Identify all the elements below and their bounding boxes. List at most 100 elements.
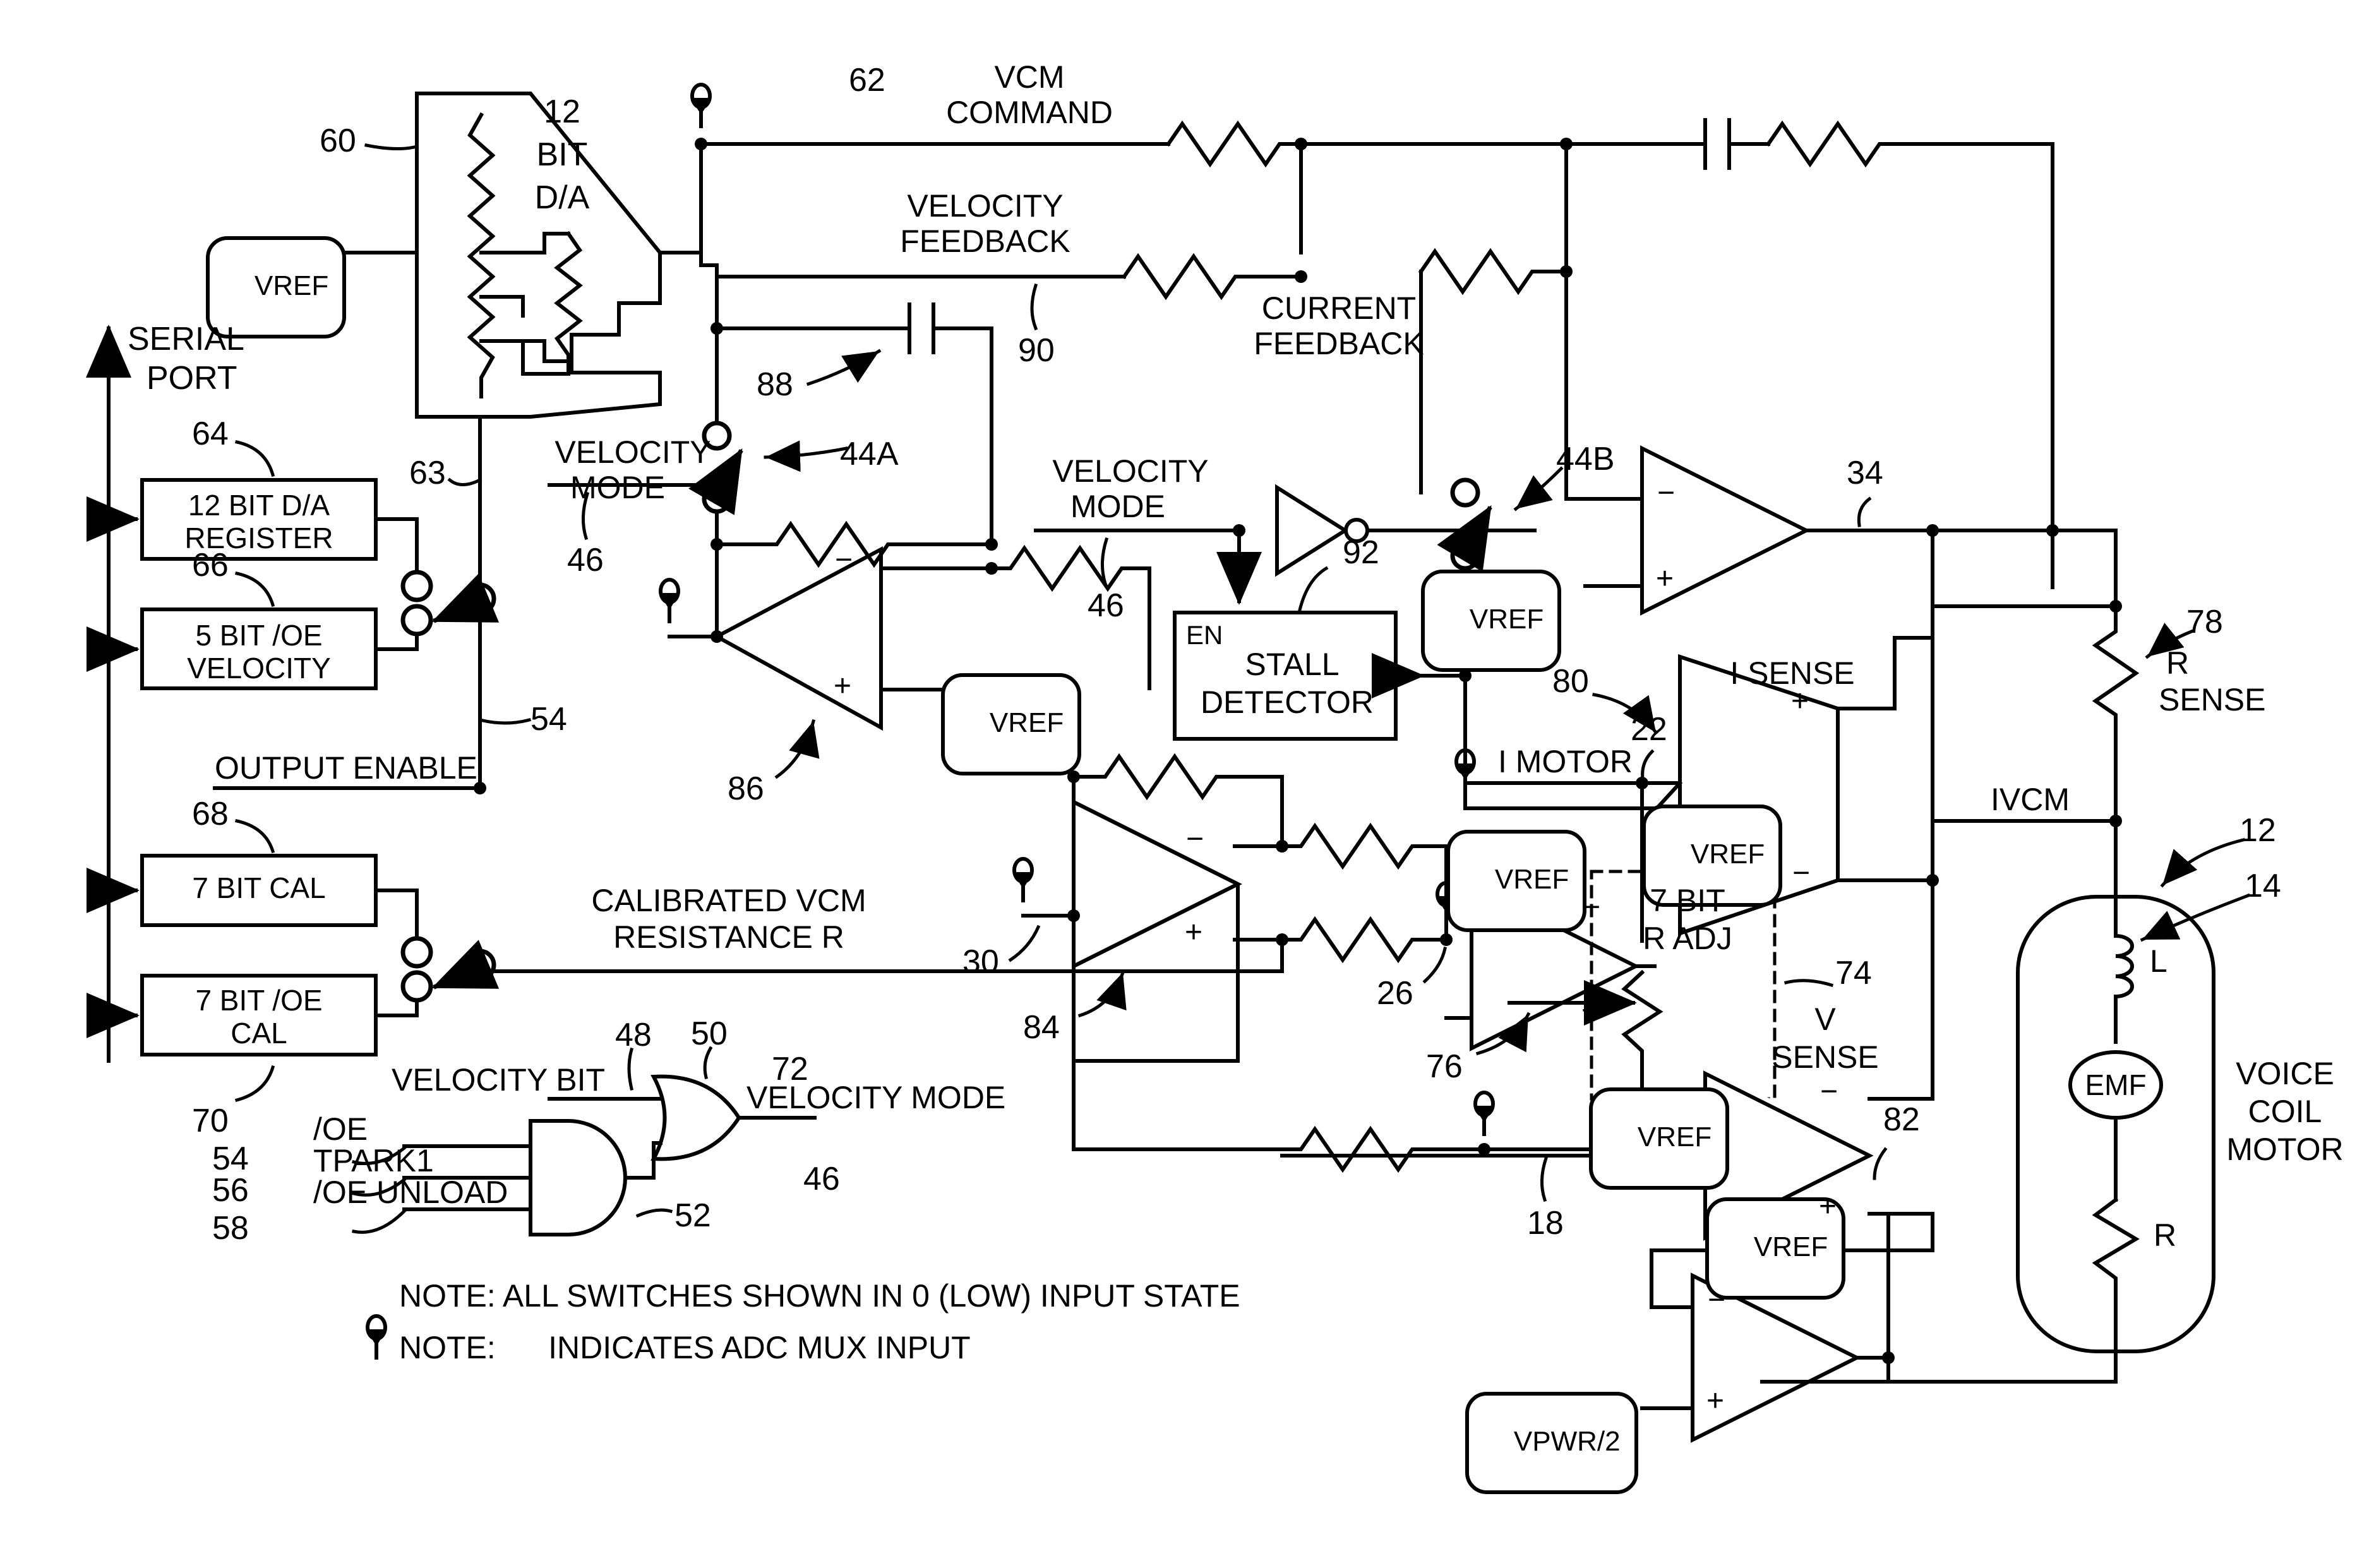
stall-detector-en-label: EN — [1186, 620, 1223, 650]
gate-input-oe-unload-label: /OE UNLOAD — [313, 1175, 508, 1210]
serial-port-label-line2: PORT — [147, 360, 237, 397]
vref-pill-opamp84: VREF — [1446, 830, 1587, 932]
ref-64: 64 — [192, 416, 229, 452]
opamp82-plus-sign: + — [1819, 1190, 1837, 1223]
ref-84: 84 — [1023, 1009, 1060, 1046]
opamp76-plus-sign: + — [1581, 994, 1600, 1027]
current-feedback-label-line2: FEEDBACK — [1254, 326, 1424, 361]
ref-14-inductor: 14 — [2245, 868, 2281, 904]
patent-figure-canvas: VREF VREF VREF VREF VREF VREF VREF VPWR/… — [0, 0, 2374, 1568]
ref-63: 63 — [409, 455, 446, 491]
ref-44B: 44B — [1556, 441, 1615, 477]
ref-26: 26 — [1377, 975, 1413, 1012]
stall-detector-line2: DETECTOR — [1200, 685, 1374, 720]
v-sense-label-line2: SENSE — [1772, 1039, 1879, 1075]
opamp86-minus-sign: − — [835, 543, 853, 577]
velocity-bit-label: VELOCITY BIT — [392, 1062, 606, 1098]
velocity-mode-mid-line2: MODE — [1070, 489, 1165, 524]
vcm-command-label-line2: COMMAND — [946, 95, 1113, 130]
vcm-command-label-line1: VCM — [994, 59, 1065, 95]
opamp86-plus-sign: + — [834, 669, 852, 703]
ref-82: 82 — [1883, 1101, 1920, 1138]
emf-label: EMF — [2085, 1068, 2147, 1101]
i-motor-label: I MOTOR — [1498, 744, 1633, 779]
ref-44A: 44A — [840, 436, 899, 472]
ref-52: 52 — [674, 1197, 711, 1234]
opamp82-minus-sign: − — [1820, 1075, 1838, 1108]
ref-88: 88 — [757, 366, 793, 403]
r-adj-line2: R ADJ — [1643, 921, 1732, 956]
v-sense-label-line1: V — [1814, 1002, 1836, 1037]
inductor-label-L: L — [2150, 943, 2167, 979]
ref-76: 76 — [1426, 1048, 1463, 1085]
ref-46-left: 46 — [567, 542, 604, 578]
ref-50: 50 — [691, 1015, 728, 1052]
dac-label-line1: 12 — [544, 93, 580, 130]
opamp34-plus-sign: + — [1656, 562, 1674, 595]
ref-48: 48 — [615, 1017, 652, 1053]
cal-register-line1: 7 BIT CAL — [192, 871, 326, 904]
velocity-mode-mid-line1: VELOCITY — [1052, 453, 1209, 489]
voice-coil-motor-line3: MOTOR — [2226, 1132, 2344, 1167]
opamp84-plus-sign: + — [1185, 916, 1203, 949]
ref-34: 34 — [1847, 455, 1883, 491]
oe-cal-register-line1: 7 BIT /OE — [195, 984, 323, 1017]
velocity-feedback-label-line1: VELOCITY — [907, 188, 1064, 224]
voice-coil-motor-line2: COIL — [2248, 1094, 2322, 1129]
ref-56: 56 — [212, 1172, 249, 1209]
r-adj-line1: 7 BIT — [1650, 883, 1725, 918]
current-feedback-label-line1: CURRENT — [1261, 290, 1417, 326]
opamp34-minus-sign: − — [1657, 476, 1676, 510]
ref-46-mid: 46 — [1088, 587, 1124, 624]
output-enable-label: OUTPUT ENABLE — [215, 750, 477, 786]
velocity-mode-left-line2: MODE — [570, 470, 665, 505]
ref-86: 86 — [728, 770, 764, 807]
ref-58: 58 — [212, 1210, 249, 1247]
ref-62: 62 — [849, 62, 885, 99]
ivcm-label: IVCM — [1991, 782, 2070, 817]
dac-label-line3: D/A — [534, 179, 590, 216]
ref-78: 78 — [2186, 604, 2223, 640]
oe-velocity-register-line1: 5 BIT /OE — [195, 619, 323, 652]
calibrated-vcm-line1: CALIBRATED VCM — [591, 883, 866, 918]
gate-input-oe-label: /OE — [313, 1111, 368, 1147]
ref-66: 66 — [192, 547, 229, 584]
vref-pill-opamp86: VREF — [941, 673, 1082, 775]
voice-coil-motor-line1: VOICE — [2236, 1056, 2334, 1091]
opamp80-minus-sign: − — [1792, 856, 1811, 890]
serial-port-label-line1: SERIAL — [128, 321, 244, 357]
ref-46-out: 46 — [803, 1161, 840, 1197]
power-driver-plus-sign: + — [1706, 1384, 1725, 1418]
velocity-mode-output-label: VELOCITY MODE — [746, 1080, 1006, 1115]
ref-30: 30 — [962, 943, 999, 980]
oe-cal-register-line2: CAL — [231, 1017, 287, 1050]
vpwr-half-pill: VPWR/2 — [1465, 1392, 1638, 1494]
ref-92: 92 — [1343, 534, 1379, 571]
calibrated-vcm-line2: RESISTANCE R — [613, 919, 844, 955]
power-driver-minus-sign: − — [1708, 1283, 1726, 1317]
gate-input-tpark1-label: TPARK1 — [313, 1143, 434, 1178]
ref-80: 80 — [1552, 663, 1589, 700]
velocity-feedback-label-line2: FEEDBACK — [900, 224, 1070, 259]
note-adc-mux: NOTE: INDICATES ADC MUX INPUT — [399, 1330, 971, 1365]
vref-pill-opamp34: VREF — [1421, 570, 1562, 672]
stall-detector-line1: STALL — [1245, 647, 1340, 682]
opamp84-minus-sign: − — [1186, 822, 1204, 856]
ref-70: 70 — [192, 1103, 229, 1139]
ref-74: 74 — [1835, 955, 1872, 991]
ref-54-output-enable: 54 — [531, 701, 567, 738]
ref-60: 60 — [320, 123, 356, 159]
oe-velocity-register-line2: VELOCITY — [187, 652, 331, 685]
r-sense-label-line1: R — [2166, 645, 2190, 681]
dac-register-line1: 12 BIT D/A — [188, 489, 330, 522]
vref-pill-radj: VREF — [1589, 1087, 1730, 1190]
velocity-mode-left-line1: VELOCITY — [555, 434, 711, 470]
note-switch-state: NOTE: ALL SWITCHES SHOWN IN 0 (LOW) INPU… — [399, 1278, 1240, 1314]
ref-68: 68 — [192, 796, 229, 832]
ref-54-gate: 54 — [212, 1140, 249, 1177]
motor-resistor-label-R: R — [2154, 1218, 2177, 1253]
opamp80-plus-sign: + — [1791, 685, 1809, 718]
ref-18: 18 — [1527, 1205, 1564, 1242]
ref-22: 22 — [1631, 711, 1667, 748]
ref-90: 90 — [1018, 332, 1055, 369]
